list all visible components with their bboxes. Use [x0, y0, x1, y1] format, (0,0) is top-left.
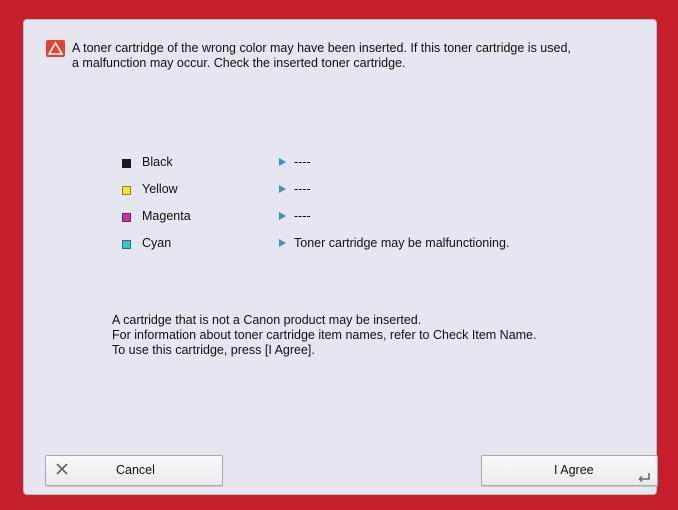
color-status: Toner cartridge may be malfunctioning.: [294, 236, 510, 250]
color-status: ----: [294, 209, 311, 223]
arrow-right-icon: [279, 239, 286, 247]
agree-label: I Agree: [554, 463, 594, 477]
info-line1: A cartridge that is not a Canon product …: [112, 313, 422, 327]
warning-text: A toner cartridge of the wrong color may…: [72, 41, 642, 71]
color-name: Yellow: [142, 182, 178, 196]
color-status: ----: [294, 155, 311, 169]
magenta-swatch-icon: [122, 213, 131, 222]
cyan-swatch-icon: [122, 240, 131, 249]
warning-icon: [46, 40, 65, 57]
arrow-right-icon: [279, 158, 286, 166]
color-row-magenta: Magenta ----: [122, 208, 642, 235]
cancel-label: Cancel: [116, 463, 155, 477]
arrow-right-icon: [279, 185, 286, 193]
warning-dialog: A toner cartridge of the wrong color may…: [24, 20, 658, 494]
color-status: ----: [294, 182, 311, 196]
agree-button[interactable]: I Agree: [481, 455, 658, 486]
info-line2: For information about toner cartridge it…: [112, 328, 537, 342]
close-icon: [55, 462, 69, 476]
color-name: Black: [142, 155, 173, 169]
cancel-button[interactable]: Cancel: [45, 455, 223, 486]
info-text: A cartridge that is not a Canon product …: [112, 313, 632, 358]
black-swatch-icon: [122, 159, 131, 168]
toner-color-list: Black ---- Yellow ---- Magenta ---- Cyan…: [122, 154, 642, 262]
color-name: Cyan: [142, 236, 172, 250]
yellow-swatch-icon: [122, 186, 131, 195]
color-row-black: Black ----: [122, 154, 642, 181]
color-name: Magenta: [142, 209, 191, 223]
info-line3: To use this cartridge, press [I Agree].: [112, 343, 315, 357]
warning-text-line1: A toner cartridge of the wrong color may…: [72, 41, 571, 55]
color-row-yellow: Yellow ----: [122, 181, 642, 208]
arrow-right-icon: [279, 212, 286, 220]
warning-text-line2: a malfunction may occur. Check the inser…: [72, 56, 406, 70]
color-row-cyan: Cyan Toner cartridge may be malfunctioni…: [122, 235, 642, 262]
enter-icon: [637, 471, 651, 483]
